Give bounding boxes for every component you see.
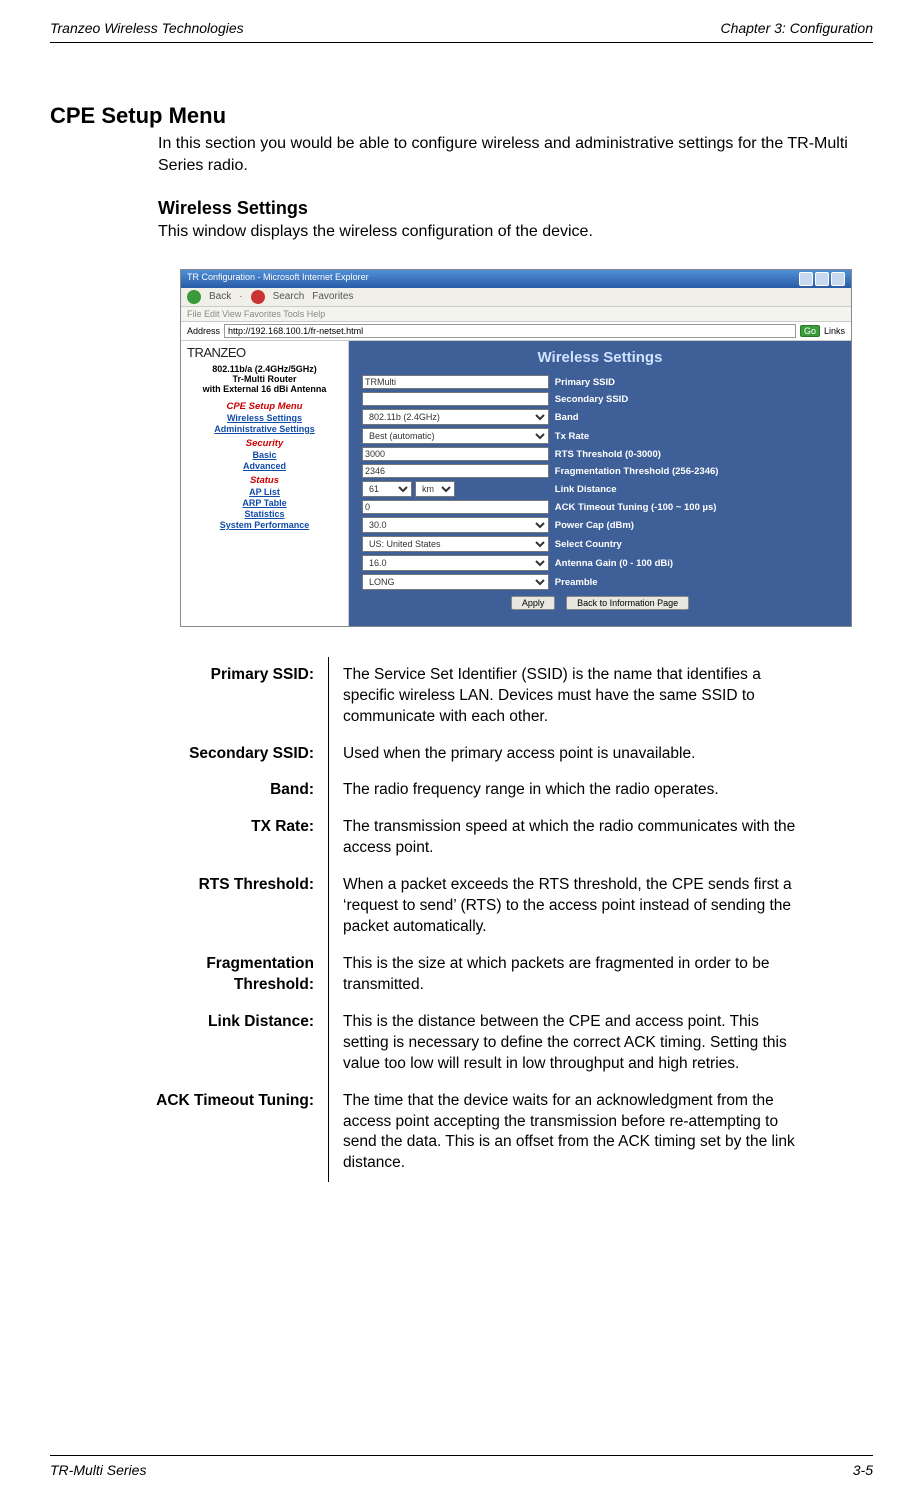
wireless-settings-screenshot: TR Configuration - Microsoft Internet Ex… (180, 269, 852, 627)
def-val-1: Used when the primary access point is un… (329, 736, 814, 773)
setting-input-3[interactable]: Best (automatic) (362, 428, 549, 444)
sidebar-basic[interactable]: Basic (187, 450, 342, 460)
def-key-1: Secondary SSID: (110, 736, 329, 773)
model-text: 802.11b/a (2.4GHz/5GHz) Tr-Multi Router … (187, 364, 342, 395)
sidebar-advanced[interactable]: Advanced (187, 461, 342, 471)
setting-label-5: Fragmentation Threshold (256-2346) (552, 463, 841, 480)
def-val-3: The transmission speed at which the radi… (329, 809, 814, 867)
setting-label-1: Secondary SSID (552, 391, 841, 408)
go-button[interactable]: Go (800, 325, 820, 337)
definitions-table: Primary SSID:The Service Set Identifier … (110, 657, 813, 1183)
window-buttons (799, 272, 845, 286)
setting-label-0: Primary SSID (552, 374, 841, 391)
back-label[interactable]: Back (209, 291, 231, 302)
links-label[interactable]: Links (824, 326, 845, 336)
sidebar-statistics[interactable]: Statistics (187, 509, 342, 519)
setting-input-9[interactable]: US: United States (362, 536, 549, 552)
security-head: Security (187, 438, 342, 449)
setting-input-2[interactable]: 802.11b (2.4GHz) (362, 409, 549, 425)
setting-input-1[interactable] (362, 392, 549, 406)
sidebar-arp-table[interactable]: ARP Table (187, 498, 342, 508)
setting-label-3: Tx Rate (552, 427, 841, 446)
back-icon[interactable] (187, 290, 201, 304)
setting-input-5[interactable] (362, 464, 549, 478)
tranzeo-logo: TRANZEO (187, 345, 342, 360)
def-val-7: The time that the device waits for an ac… (329, 1083, 814, 1183)
setting-unit-6[interactable]: km (415, 481, 455, 497)
section-title: CPE Setup Menu (50, 103, 873, 129)
intro-text: In this section you would be able to con… (158, 133, 873, 176)
cpe-menu-head: CPE Setup Menu (187, 401, 342, 412)
footer-left: TR-Multi Series (50, 1462, 146, 1478)
menu-bar[interactable]: File Edit View Favorites Tools Help (181, 307, 851, 322)
setting-label-11: Preamble (552, 573, 841, 592)
def-val-6: This is the distance between the CPE and… (329, 1004, 814, 1083)
sidebar-sys-performance[interactable]: System Performance (187, 520, 342, 530)
def-key-6: Link Distance: (110, 1004, 329, 1083)
setting-label-2: Band (552, 408, 841, 427)
footer-right: 3-5 (853, 1462, 873, 1478)
search-label[interactable]: Search (273, 291, 305, 302)
sidebar-wireless-settings[interactable]: Wireless Settings (187, 413, 342, 423)
setting-input-11[interactable]: LONG (362, 574, 549, 590)
setting-label-7: ACK Timeout Tuning (-100 ~ 100 µs) (552, 499, 841, 516)
status-head: Status (187, 475, 342, 486)
subsection-title: Wireless Settings (158, 198, 873, 219)
sidebar-admin-settings[interactable]: Administrative Settings (187, 424, 342, 434)
favorites-label[interactable]: Favorites (312, 291, 353, 302)
stop-icon[interactable] (251, 290, 265, 304)
address-label: Address (187, 326, 220, 336)
def-key-5: Fragmentation Threshold: (110, 946, 329, 1004)
settings-table: Primary SSIDSecondary SSID802.11b (2.4GH… (359, 374, 841, 592)
setting-label-4: RTS Threshold (0-3000) (552, 446, 841, 463)
subsection-text: This window displays the wireless config… (158, 221, 873, 243)
header-left: Tranzeo Wireless Technologies (50, 20, 244, 36)
apply-button[interactable]: Apply (511, 596, 556, 610)
setting-input-6[interactable]: 61 (362, 481, 412, 497)
panel-heading: Wireless Settings (359, 349, 841, 366)
address-input[interactable] (224, 324, 796, 338)
def-key-2: Band: (110, 772, 329, 809)
def-val-5: This is the size at which packets are fr… (329, 946, 814, 1004)
def-val-0: The Service Set Identifier (SSID) is the… (329, 657, 814, 736)
setting-input-7[interactable] (362, 500, 549, 514)
setting-input-4[interactable] (362, 447, 549, 461)
def-val-4: When a packet exceeds the RTS threshold,… (329, 867, 814, 946)
setting-input-0[interactable] (362, 375, 549, 389)
setting-label-9: Select Country (552, 535, 841, 554)
back-info-button[interactable]: Back to Information Page (566, 596, 689, 610)
def-val-2: The radio frequency range in which the r… (329, 772, 814, 809)
setting-input-10[interactable]: 16.0 (362, 555, 549, 571)
header-right: Chapter 3: Configuration (720, 20, 873, 36)
sidebar-ap-list[interactable]: AP List (187, 487, 342, 497)
def-key-7: ACK Timeout Tuning: (110, 1083, 329, 1183)
def-key-0: Primary SSID: (110, 657, 329, 736)
setting-label-8: Power Cap (dBm) (552, 516, 841, 535)
def-key-3: TX Rate: (110, 809, 329, 867)
window-title: TR Configuration - Microsoft Internet Ex… (187, 272, 369, 286)
def-key-4: RTS Threshold: (110, 867, 329, 946)
setting-label-10: Antenna Gain (0 - 100 dBi) (552, 554, 841, 573)
setting-input-8[interactable]: 30.0 (362, 517, 549, 533)
setting-label-6: Link Distance (552, 480, 841, 499)
